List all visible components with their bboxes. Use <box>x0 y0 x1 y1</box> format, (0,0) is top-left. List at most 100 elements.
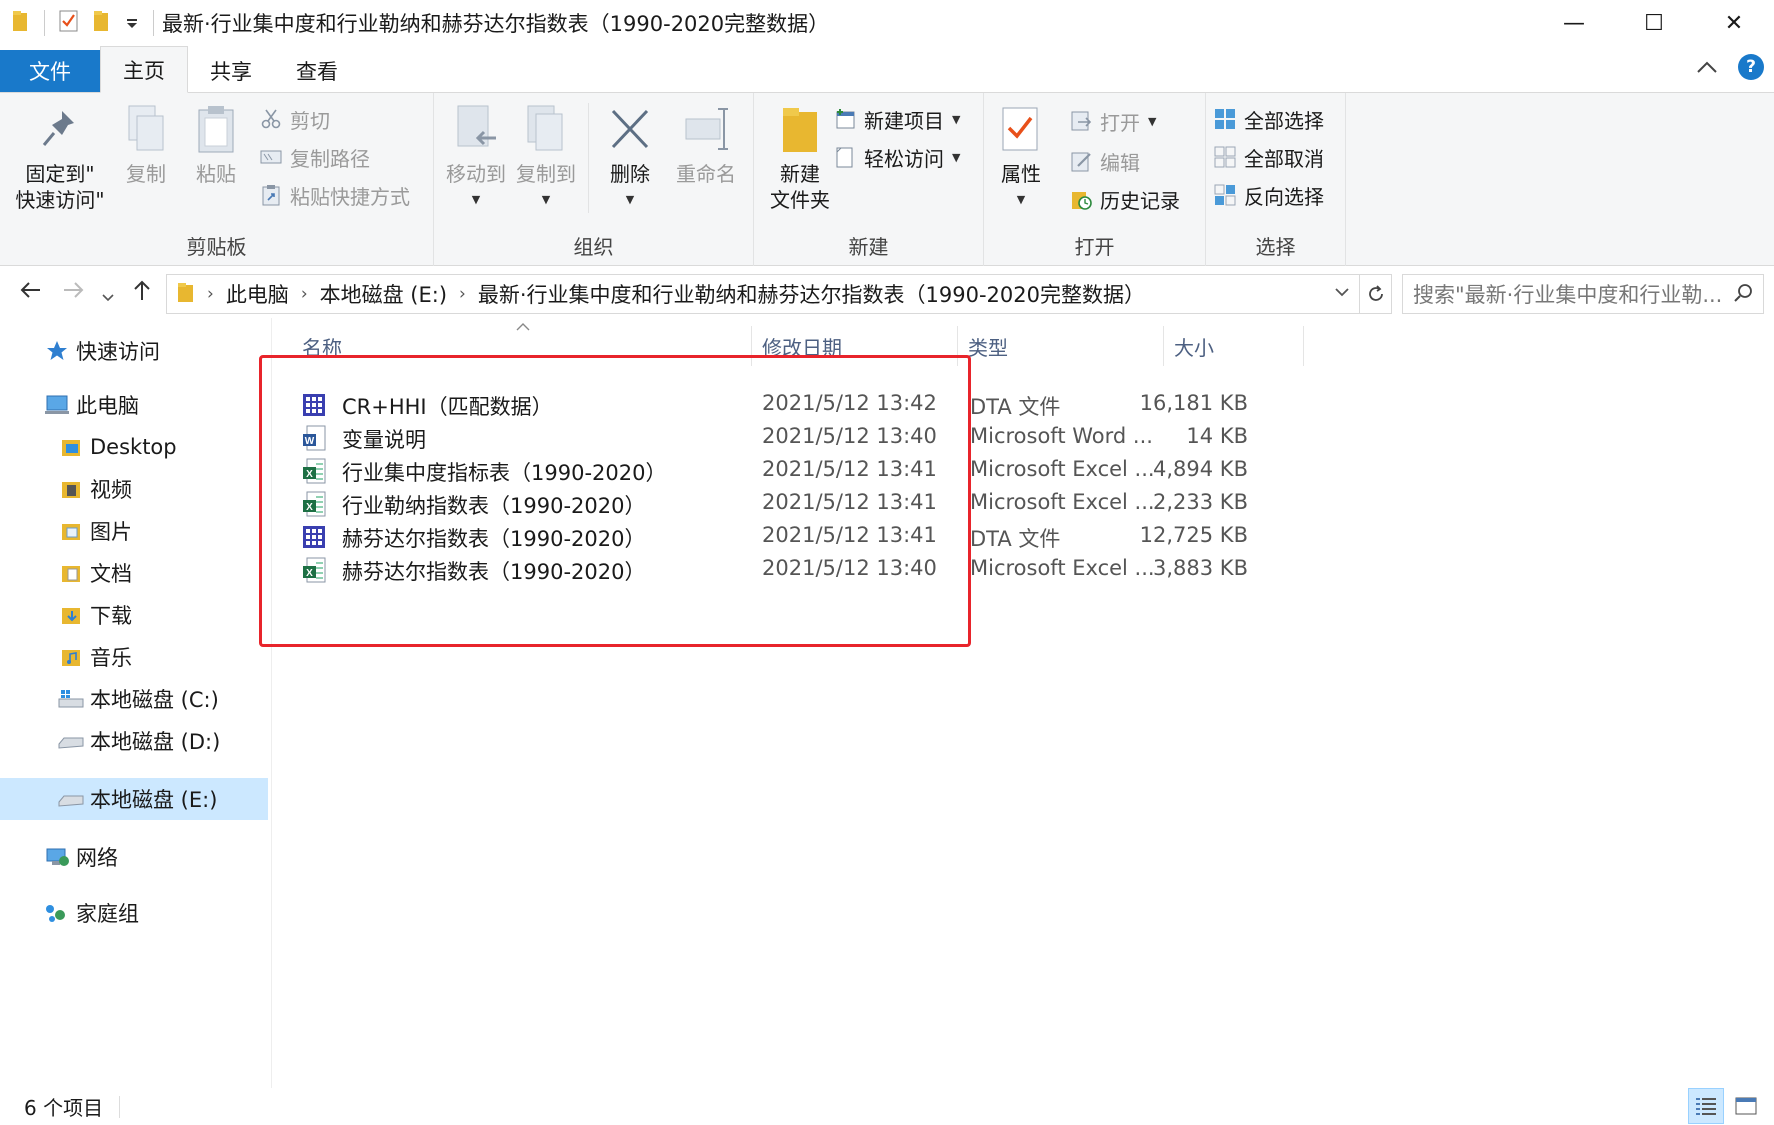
copy-to-button[interactable]: 复制到 ▼ <box>514 103 578 213</box>
select-group: 全部选择 全部取消 反向选择 选择 <box>1206 93 1346 266</box>
nav-item-videos[interactable]: 视频 <box>0 468 268 510</box>
properties-icon[interactable] <box>59 10 79 37</box>
open-button[interactable]: 打开 ▼ <box>1070 105 1156 137</box>
file-size: 2,233 KB <box>1153 490 1248 514</box>
history-button[interactable]: 历史记录 <box>1070 183 1180 215</box>
help-icon[interactable]: ? <box>1738 54 1764 80</box>
tab-view[interactable]: 查看 <box>274 50 360 92</box>
new-item-label: 新建项目 <box>864 108 944 133</box>
chevron-right-icon[interactable]: › <box>301 284 308 304</box>
drive-icon <box>58 729 84 753</box>
new-folder-button[interactable]: 新建 文件夹 <box>762 103 838 213</box>
properties-button[interactable]: 属性 ▼ <box>994 103 1048 213</box>
breadcrumb-drive-e[interactable]: 本地磁盘 (E:) <box>320 279 447 309</box>
copy-icon <box>124 103 168 155</box>
item-count: 6 个项目 <box>24 1096 104 1120</box>
delete-button[interactable]: 删除 ▼ <box>600 103 660 213</box>
select-all-label: 全部选择 <box>1244 108 1324 133</box>
tab-share[interactable]: 共享 <box>188 50 274 92</box>
documents-folder-icon <box>58 561 84 585</box>
paste-shortcut-label: 粘贴快捷方式 <box>290 184 410 209</box>
close-button[interactable]: ✕ <box>1694 0 1774 46</box>
nav-label: 此电脑 <box>76 394 139 418</box>
scissors-icon <box>260 108 282 130</box>
paste-shortcut-icon <box>260 184 282 206</box>
up-arrow-icon[interactable] <box>130 278 154 308</box>
edit-label: 编辑 <box>1100 150 1140 175</box>
rename-button[interactable]: 重命名 <box>668 103 744 187</box>
nav-item-pictures[interactable]: 图片 <box>0 510 268 552</box>
back-arrow-icon[interactable] <box>18 278 42 308</box>
nav-item-homegroup[interactable]: 家庭组 <box>0 892 268 934</box>
nav-item-documents[interactable]: 文档 <box>0 552 268 594</box>
chevron-down-icon: ▼ <box>952 150 961 164</box>
tab-home[interactable]: 主页 <box>100 46 188 93</box>
maximize-button[interactable]: ☐ <box>1614 0 1694 46</box>
cut-button[interactable]: 剪切 <box>260 103 330 135</box>
large-icons-view-button[interactable] <box>1728 1088 1764 1124</box>
file-type: Microsoft Excel ... <box>970 490 1155 514</box>
file-type: DTA 文件 <box>970 395 1061 419</box>
nav-item-drive-d[interactable]: 本地磁盘 (D:) <box>0 720 268 762</box>
address-bar[interactable]: › 此电脑 › 本地磁盘 (E:) › 最新·行业集中度和行业勒纳和赫芬达尔指数… <box>166 274 1360 314</box>
cut-label: 剪切 <box>290 108 330 133</box>
music-folder-icon <box>58 645 84 669</box>
chevron-right-icon[interactable]: › <box>207 284 214 304</box>
select-none-button[interactable]: 全部取消 <box>1214 141 1324 173</box>
history-label: 历史记录 <box>1100 188 1180 213</box>
edit-button[interactable]: 编辑 <box>1070 145 1140 177</box>
chevron-right-icon[interactable]: › <box>459 284 466 304</box>
invert-selection-button[interactable]: 反向选择 <box>1214 179 1324 211</box>
paste-button[interactable]: 粘贴 <box>186 103 246 187</box>
nav-item-music[interactable]: 音乐 <box>0 636 268 678</box>
nav-label: 网络 <box>76 846 118 870</box>
easy-access-button[interactable]: 轻松访问 ▼ <box>834 141 960 173</box>
nav-item-this-pc[interactable]: 此电脑 <box>0 384 268 426</box>
select-none-icon <box>1214 146 1236 168</box>
breadcrumb-this-pc[interactable]: 此电脑 <box>226 279 289 309</box>
search-input[interactable]: 搜索"最新·行业集中度和行业勒... <box>1402 274 1764 314</box>
open-group: 属性 ▼ 打开 ▼ 编辑 历史记录 打开 <box>984 93 1206 266</box>
details-view-button[interactable] <box>1688 1088 1724 1124</box>
breadcrumb-current-folder[interactable]: 最新·行业集中度和行业勒纳和赫芬达尔指数表（1990-2020完整数据） <box>478 279 1145 309</box>
recent-locations-chevron-icon[interactable] <box>102 284 114 309</box>
paste-shortcut-button[interactable]: 粘贴快捷方式 <box>260 179 410 211</box>
new-item-button[interactable]: 新建项目 ▼ <box>834 103 960 135</box>
address-dropdown-icon[interactable] <box>1335 283 1349 302</box>
file-type: Microsoft Excel ... <box>970 556 1155 580</box>
forward-arrow-icon[interactable] <box>62 278 86 308</box>
nav-label: 家庭组 <box>76 902 139 926</box>
nav-item-desktop[interactable]: Desktop <box>0 426 268 468</box>
nav-item-drive-c[interactable]: 本地磁盘 (C:) <box>0 678 268 720</box>
minimize-button[interactable]: — <box>1534 0 1614 46</box>
file-size: 3,883 KB <box>1153 556 1248 580</box>
copy-button[interactable]: 复制 <box>116 103 176 187</box>
nav-item-network[interactable]: 网络 <box>0 836 268 878</box>
pin-icon <box>38 103 82 155</box>
edit-icon <box>1070 150 1092 172</box>
tab-file[interactable]: 文件 <box>0 50 100 92</box>
nav-item-downloads[interactable]: 下载 <box>0 594 268 636</box>
search-icon[interactable] <box>1733 283 1753 308</box>
folder-icon <box>177 281 195 308</box>
new-folder-icon[interactable] <box>93 10 111 37</box>
paste-icon <box>194 103 238 155</box>
refresh-button[interactable] <box>1360 274 1392 314</box>
pin-quick-access-button[interactable]: 固定到" 快速访问" <box>10 103 110 213</box>
select-all-button[interactable]: 全部选择 <box>1214 103 1324 135</box>
nav-item-quick-access[interactable]: 快速访问 <box>0 330 268 372</box>
column-header-size[interactable]: 大小 <box>1164 326 1304 366</box>
chevron-down-icon: ▼ <box>952 112 961 126</box>
downloads-folder-icon <box>58 603 84 627</box>
column-header-type[interactable]: 类型 <box>958 326 1164 366</box>
clipboard-group: 固定到" 快速访问" 复制 粘贴 剪切 复制路径 粘贴快捷方式 剪贴板 <box>0 93 434 266</box>
copy-path-button[interactable]: 复制路径 <box>260 141 370 173</box>
customize-dropdown-icon[interactable] <box>125 11 139 35</box>
nav-item-drive-e[interactable]: 本地磁盘 (E:) <box>0 778 268 820</box>
move-to-button[interactable]: 移动到 ▼ <box>444 103 508 213</box>
divider <box>119 1095 121 1118</box>
easy-access-label: 轻松访问 <box>864 146 944 171</box>
collapse-ribbon-icon[interactable] <box>1696 55 1718 79</box>
select-none-label: 全部取消 <box>1244 146 1324 171</box>
details-view-icon <box>1696 1098 1716 1115</box>
